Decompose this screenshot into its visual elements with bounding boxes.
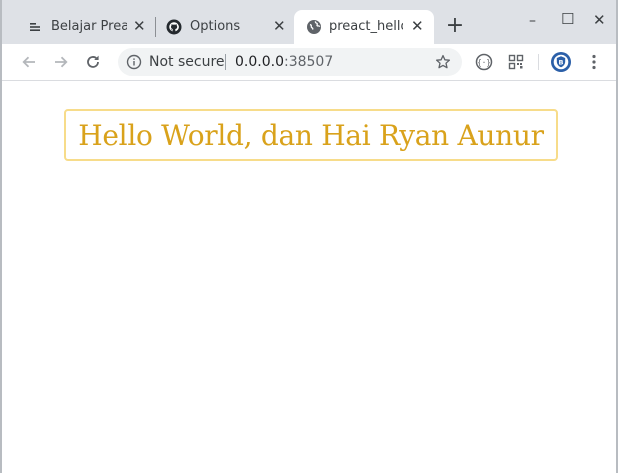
kebab-menu-icon[interactable] <box>584 52 604 72</box>
maximize-icon[interactable]: ☐ <box>561 12 574 27</box>
security-status-label: Not secure <box>149 54 225 70</box>
address-bar[interactable]: Not secure 0.0.0.0:38507 <box>118 48 462 76</box>
tab-close-icon[interactable]: ✕ <box>273 19 286 34</box>
globe-icon <box>306 19 322 35</box>
tab-close-icon[interactable]: ✕ <box>411 19 424 34</box>
page-viewport: Hello World, dan Hai Ryan Aunur <box>2 82 616 473</box>
minimize-icon[interactable]: – <box>529 14 536 28</box>
svg-text:{·}: {·} <box>477 58 491 67</box>
browser-window: Belajar Preac ✕ Options ✕ preac <box>0 0 618 473</box>
forward-arrow-icon[interactable] <box>51 52 71 72</box>
info-icon[interactable] <box>126 54 142 70</box>
tab-close-icon[interactable]: ✕ <box>133 19 146 34</box>
bookmark-star-icon[interactable] <box>435 54 451 70</box>
extension-shield-icon[interactable]: B <box>550 51 572 73</box>
url-host: 0.0.0.0 <box>235 54 284 70</box>
document-lines-icon <box>28 19 44 35</box>
tab-belajar-preact[interactable]: Belajar Preac ✕ <box>16 10 156 44</box>
back-arrow-icon[interactable] <box>19 52 39 72</box>
browser-toolbar: Not secure 0.0.0.0:38507 {·} B <box>2 44 616 81</box>
close-window-icon[interactable]: ✕ <box>593 13 606 28</box>
qr-code-icon[interactable] <box>506 52 526 72</box>
tab-title: Belajar Preac <box>51 19 127 34</box>
svg-text:B: B <box>559 58 564 66</box>
tab-strip: Belajar Preac ✕ Options ✕ preac <box>2 0 616 44</box>
reload-icon[interactable] <box>83 52 103 72</box>
greeting-heading: Hello World, dan Hai Ryan Aunur <box>78 118 544 152</box>
tab-options[interactable]: Options ✕ <box>156 10 294 44</box>
tab-preact-hello[interactable]: preact_hello ✕ <box>294 10 434 44</box>
address-divider <box>225 54 226 70</box>
github-icon <box>166 19 182 35</box>
greeting-box: Hello World, dan Hai Ryan Aunur <box>64 109 558 161</box>
extension-json-viewer-icon[interactable]: {·} <box>474 52 494 72</box>
url-text[interactable]: 0.0.0.0:38507 <box>235 54 333 70</box>
tab-title: Options <box>190 19 241 34</box>
new-tab-button[interactable]: + <box>445 15 465 37</box>
url-port: :38507 <box>283 54 334 70</box>
toolbar-divider <box>538 54 539 70</box>
tab-title: preact_hello <box>329 19 403 34</box>
